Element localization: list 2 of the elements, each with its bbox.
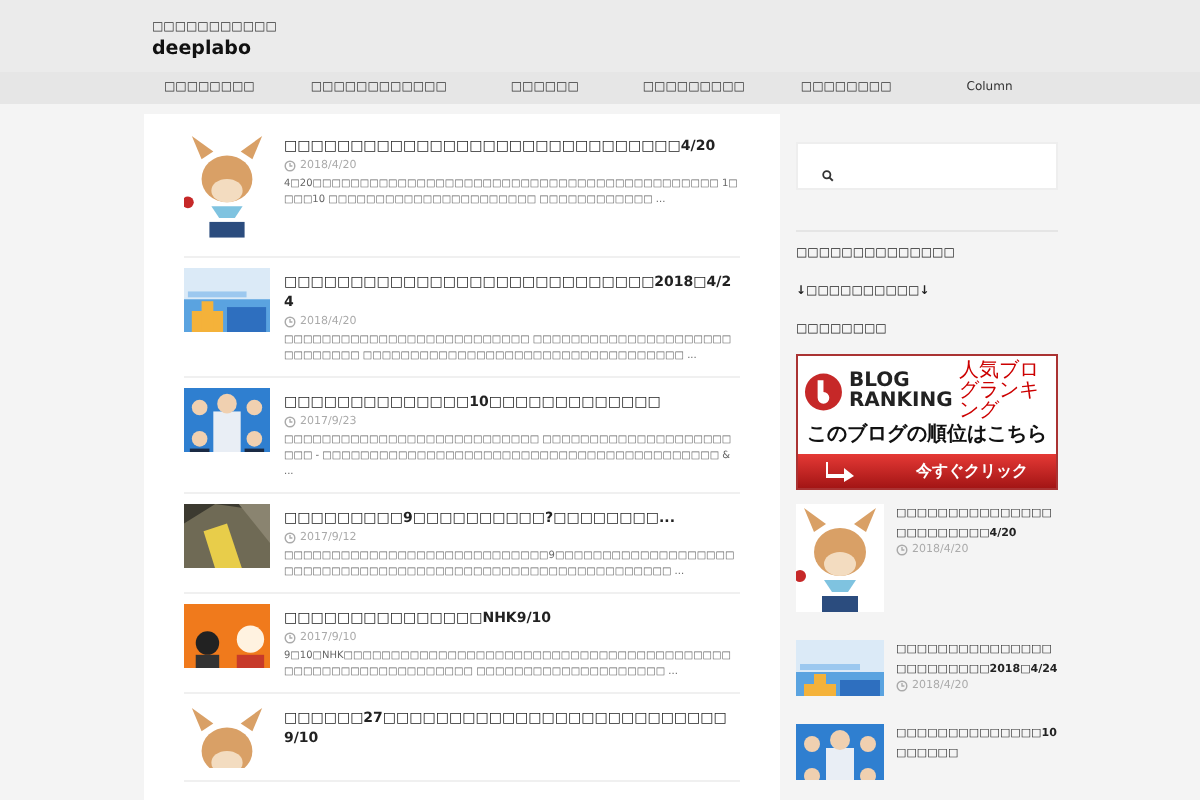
brand-subtitle: 人気ブログランキング	[958, 362, 1041, 422]
site-title[interactable]: deeplabo	[152, 36, 1200, 62]
